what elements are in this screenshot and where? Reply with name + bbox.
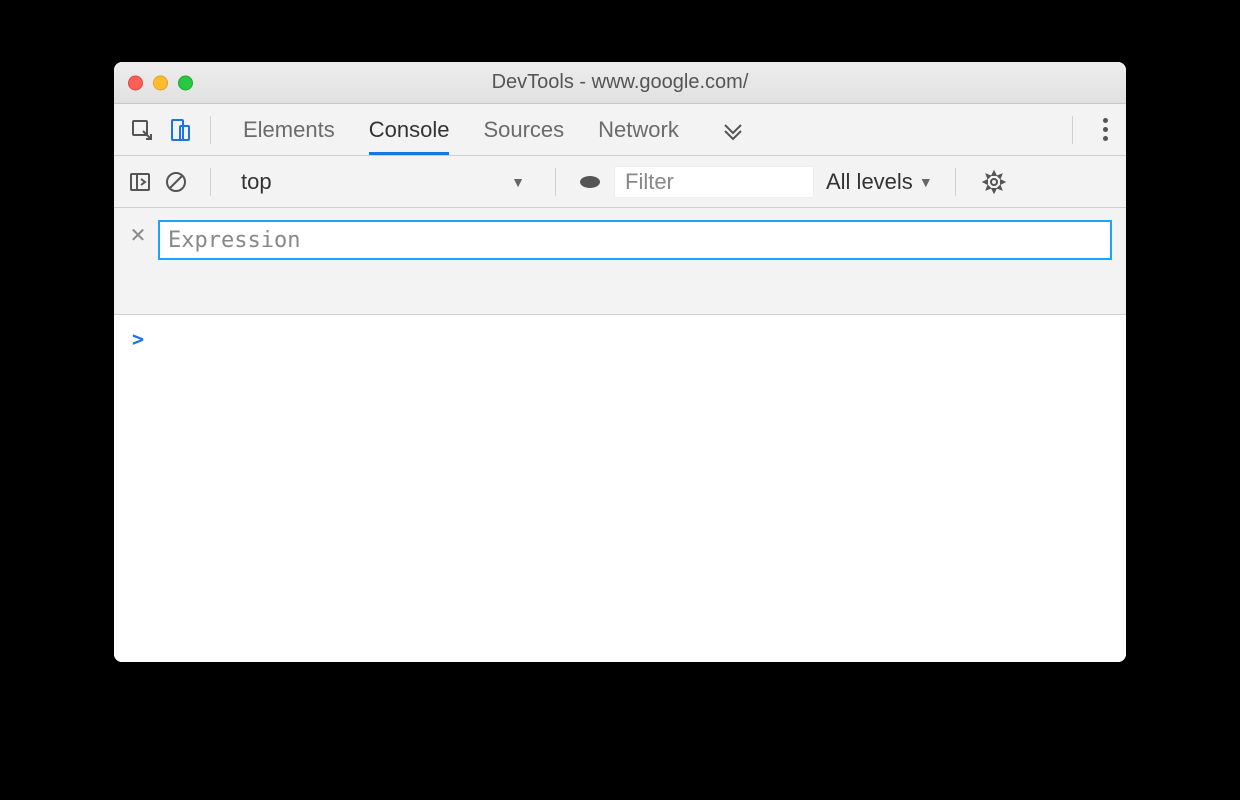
tab-label: Elements <box>243 117 335 143</box>
divider <box>555 168 556 196</box>
log-levels-select[interactable]: All levels ▼ <box>826 169 933 195</box>
console-settings-icon[interactable] <box>978 170 1010 194</box>
zoom-window-button[interactable] <box>178 75 193 90</box>
tab-label: Network <box>598 117 679 143</box>
more-options-button[interactable] <box>1093 118 1118 141</box>
divider <box>210 116 211 144</box>
chevron-down-icon: ▼ <box>919 174 933 190</box>
window-titlebar: DevTools - www.google.com/ <box>114 62 1126 104</box>
close-window-button[interactable] <box>128 75 143 90</box>
console-filter-input[interactable] <box>614 166 814 198</box>
tab-sources[interactable]: Sources <box>483 104 564 155</box>
live-expression-input[interactable] <box>158 220 1112 260</box>
chevron-down-icon: ▼ <box>511 174 525 190</box>
minimize-window-button[interactable] <box>153 75 168 90</box>
console-prompt-caret: > <box>132 327 144 351</box>
console-output[interactable]: > <box>114 315 1126 662</box>
toggle-console-sidebar-icon[interactable] <box>128 170 152 194</box>
tab-elements[interactable]: Elements <box>243 104 335 155</box>
tab-network[interactable]: Network <box>598 104 679 155</box>
tabs-overflow-button[interactable] <box>713 104 753 155</box>
levels-label: All levels <box>826 169 913 195</box>
main-tab-bar: Elements Console Sources Network <box>114 104 1126 156</box>
divider <box>1072 116 1073 144</box>
toggle-device-toolbar-icon[interactable] <box>168 118 192 142</box>
remove-expression-button[interactable]: ✕ <box>128 226 148 246</box>
divider <box>210 168 211 196</box>
context-value: top <box>241 169 272 195</box>
divider <box>955 168 956 196</box>
window-title: DevTools - www.google.com/ <box>114 71 1126 94</box>
traffic-lights <box>128 75 193 90</box>
clear-console-icon[interactable] <box>164 170 188 194</box>
live-expression-icon[interactable] <box>578 170 602 194</box>
inspect-element-icon[interactable] <box>130 118 154 142</box>
tab-label: Sources <box>483 117 564 143</box>
live-expression-area: ✕ <box>114 208 1126 315</box>
tab-console[interactable]: Console <box>369 104 450 155</box>
devtools-window: DevTools - www.google.com/ Elements Cons… <box>114 62 1126 662</box>
tab-label: Console <box>369 117 450 143</box>
execution-context-select[interactable]: top ▼ <box>233 169 533 195</box>
console-toolbar: top ▼ All levels ▼ <box>114 156 1126 208</box>
